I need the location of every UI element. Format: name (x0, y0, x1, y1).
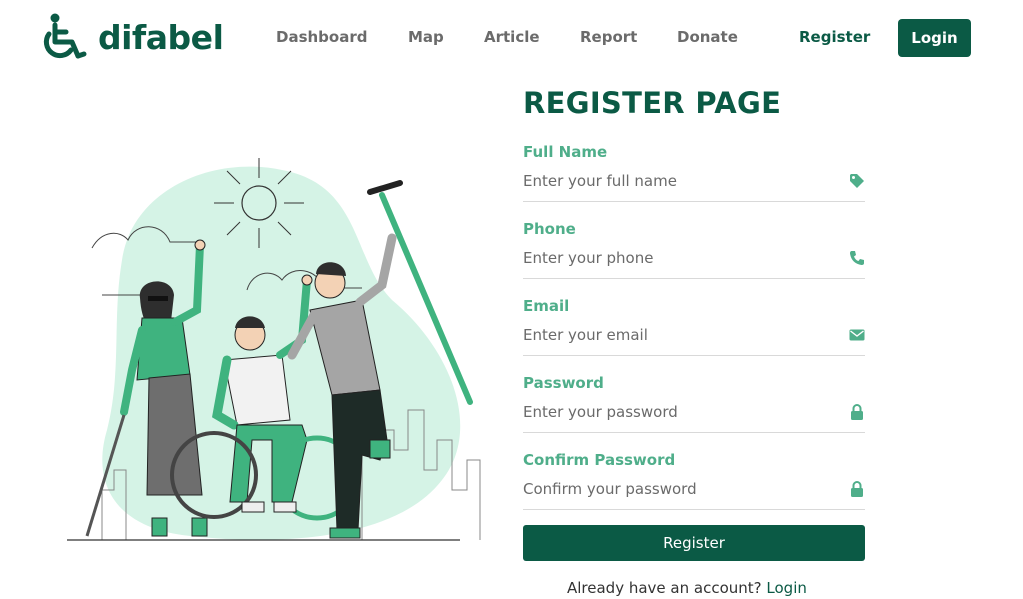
phone-input[interactable] (523, 242, 843, 274)
email-label: Email (523, 297, 570, 315)
full-name-field: Full Name (523, 143, 865, 217)
nav-register[interactable]: Register (799, 28, 870, 46)
login-button[interactable]: Login (898, 19, 971, 57)
field-underline (523, 355, 865, 356)
login-prompt-text: Already have an account? (567, 579, 762, 597)
envelope-icon (849, 329, 865, 341)
brand-name: difabel (98, 17, 224, 57)
email-input[interactable] (523, 319, 843, 351)
nav-article[interactable]: Article (484, 28, 540, 46)
nav-report[interactable]: Report (580, 28, 637, 46)
tag-icon (850, 174, 864, 188)
page-title: REGISTER PAGE (523, 86, 782, 120)
confirm-password-input[interactable] (523, 473, 843, 505)
wheelchair-icon (43, 13, 87, 59)
lock-icon (851, 481, 863, 497)
email-field: Email (523, 297, 865, 371)
lock-icon (851, 404, 863, 420)
register-submit-button[interactable]: Register (523, 525, 865, 561)
login-prompt: Already have an account? Login (567, 579, 807, 597)
field-underline (523, 201, 865, 202)
field-underline (523, 509, 865, 510)
full-name-label: Full Name (523, 143, 608, 161)
nav-dashboard[interactable]: Dashboard (276, 28, 367, 46)
brand-logo[interactable]: difabel (42, 12, 224, 62)
full-name-input[interactable] (523, 165, 843, 197)
nav-donate[interactable]: Donate (677, 28, 738, 46)
phone-icon (850, 251, 864, 265)
disability-illustration (67, 158, 481, 541)
login-link[interactable]: Login (766, 579, 806, 597)
password-input[interactable] (523, 396, 843, 428)
confirm-password-label: Confirm Password (523, 451, 676, 469)
field-underline (523, 278, 865, 279)
phone-field: Phone (523, 220, 865, 294)
phone-label: Phone (523, 220, 576, 238)
password-label: Password (523, 374, 604, 392)
field-underline (523, 432, 865, 433)
password-field: Password (523, 374, 865, 448)
confirm-password-field: Confirm Password (523, 451, 865, 525)
nav-map[interactable]: Map (408, 28, 444, 46)
